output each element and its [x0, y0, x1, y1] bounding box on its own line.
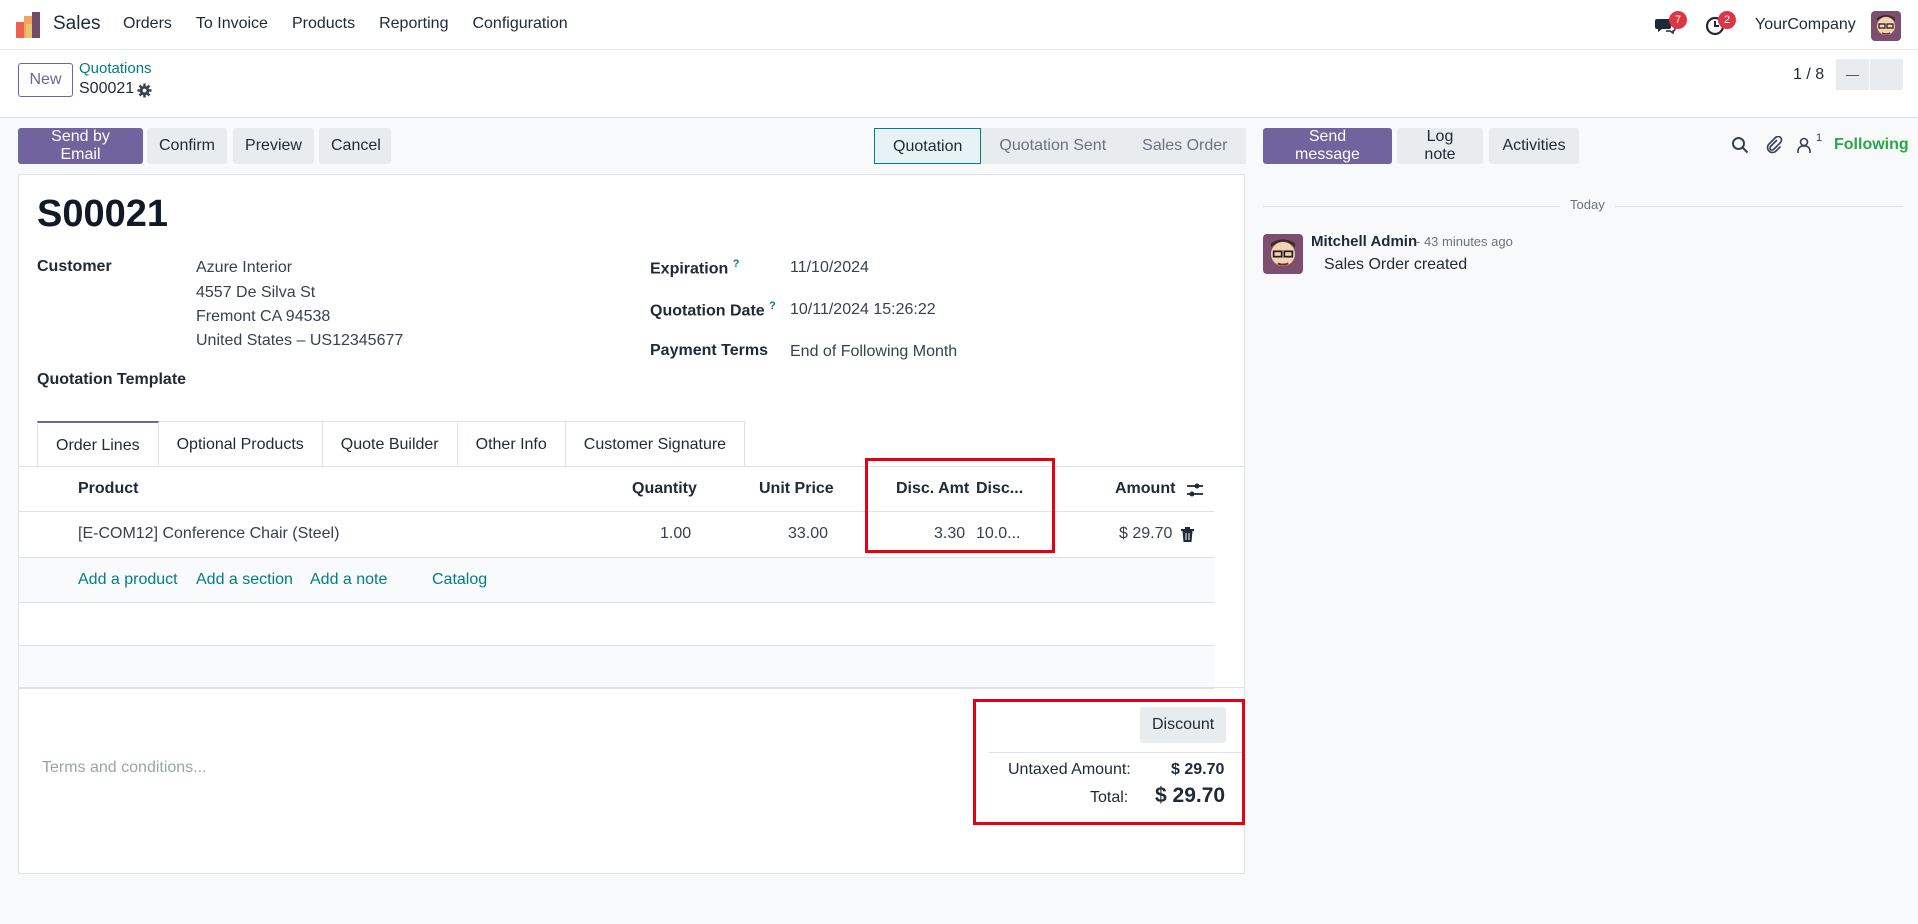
add-line-row: Add a product Add a section Add a note C… — [19, 558, 1214, 603]
column-quantity[interactable]: Quantity — [632, 480, 697, 498]
tab-optional-products[interactable]: Optional Products — [158, 421, 323, 467]
messages-badge: 7 — [1669, 11, 1687, 29]
customer-name[interactable]: Azure Interior — [196, 259, 292, 277]
row-unit-price[interactable]: 33.00 — [788, 525, 828, 543]
menu-reporting[interactable]: Reporting — [379, 15, 448, 33]
chevron-left-icon: — — [1846, 67, 1859, 82]
row-quantity[interactable]: 1.00 — [660, 525, 691, 543]
user-avatar-icon — [1871, 11, 1901, 41]
column-product[interactable]: Product — [78, 480, 138, 498]
expiration-field[interactable]: 11/10/2024 — [790, 259, 869, 277]
customer-label: Customer — [37, 258, 112, 275]
column-amount[interactable]: Amount — [1115, 480, 1175, 498]
pager-previous-button[interactable]: — — [1836, 59, 1869, 90]
tab-customer-signature[interactable]: Customer Signature — [565, 421, 746, 467]
main-menu: Orders To Invoice Products Reporting Con… — [123, 15, 592, 33]
log-note-button[interactable]: Log note — [1397, 128, 1483, 164]
column-unit-price[interactable]: Unit Price — [759, 480, 834, 498]
menu-configuration[interactable]: Configuration — [472, 15, 567, 33]
menu-products[interactable]: Products — [292, 15, 355, 33]
preview-button[interactable]: Preview — [233, 128, 314, 164]
send-message-button[interactable]: Send message — [1263, 128, 1392, 164]
stage-sales-order[interactable]: Sales Order — [1124, 128, 1246, 164]
trash-icon[interactable] — [1181, 527, 1194, 542]
customer-street: 4557 De Silva St — [196, 284, 316, 301]
help-icon[interactable]: ? — [769, 300, 776, 312]
notebook-tabs: Order Lines Optional Products Quote Buil… — [37, 421, 746, 467]
control-panel: New Quotations S00021 1 / 8 — — [0, 50, 1918, 118]
search-icon[interactable] — [1731, 136, 1749, 154]
following-toggle[interactable]: Following — [1834, 136, 1909, 154]
menu-orders[interactable]: Orders — [123, 15, 172, 33]
message-author-avatar — [1263, 234, 1303, 274]
add-product-link[interactable]: Add a product — [78, 571, 178, 589]
paperclip-icon[interactable] — [1765, 136, 1783, 154]
top-navbar: Sales Orders To Invoice Products Reporti… — [0, 0, 1918, 50]
tab-quote-builder[interactable]: Quote Builder — [322, 421, 458, 467]
stage-quotation-sent[interactable]: Quotation Sent — [981, 128, 1125, 164]
table-bottom-divider — [19, 687, 1244, 688]
pager-value[interactable]: 1 / 8 — [1793, 66, 1824, 84]
add-section-link[interactable]: Add a section — [196, 571, 293, 589]
author-avatar-icon — [1263, 234, 1303, 274]
quotation-template-label: Quotation Template — [37, 371, 187, 388]
status-bar: Quotation Quotation Sent Sales Order — [874, 128, 1246, 164]
catalog-link[interactable]: Catalog — [432, 571, 487, 589]
row-amount: $ 29.70 — [1119, 525, 1173, 542]
company-switcher[interactable]: YourCompany — [1755, 16, 1856, 34]
app-name[interactable]: Sales — [53, 13, 101, 35]
message-author[interactable]: Mitchell Admin — [1311, 233, 1417, 250]
message-body: Sales Order created — [1324, 256, 1468, 273]
pager-next-button[interactable] — [1870, 59, 1903, 90]
add-note-link[interactable]: Add a note — [310, 571, 387, 589]
discount-columns-highlight — [865, 458, 1055, 553]
breadcrumb-quotations[interactable]: Quotations — [79, 60, 152, 77]
quotation-date-field[interactable]: 10/11/2024 15:26:22 — [790, 301, 936, 319]
followers-icon[interactable] — [1796, 136, 1814, 154]
tab-order-lines[interactable]: Order Lines — [37, 421, 159, 467]
tab-other-info[interactable]: Other Info — [457, 421, 566, 467]
activities-badge: 2 — [1718, 11, 1736, 29]
sales-app-icon[interactable] — [16, 12, 42, 38]
message-time: - 43 minutes ago — [1416, 234, 1513, 249]
menu-to-invoice[interactable]: To Invoice — [196, 15, 268, 33]
payment-terms-field[interactable]: End of Following Month — [790, 343, 957, 361]
new-button[interactable]: New — [18, 63, 73, 97]
send-by-email-button[interactable]: Send by Email — [18, 128, 143, 164]
terms-and-conditions-field[interactable]: Terms and conditions... — [42, 759, 207, 777]
user-avatar[interactable] — [1871, 11, 1901, 41]
gear-icon[interactable] — [137, 83, 152, 98]
expiration-label: Expiration ? — [650, 258, 740, 278]
totals-highlight — [973, 699, 1245, 825]
followers-count: 1 — [1816, 132, 1823, 144]
document-title: S00021 — [37, 193, 169, 235]
activities-button[interactable]: Activities — [1489, 128, 1579, 164]
row-product[interactable]: [E-COM12] Conference Chair (Steel) — [78, 525, 339, 543]
date-separator-label: Today — [1560, 197, 1615, 212]
empty-row — [19, 646, 1214, 689]
cancel-button[interactable]: Cancel — [319, 128, 391, 164]
breadcrumb-current: S00021 — [79, 80, 135, 97]
payment-terms-label: Payment Terms — [650, 342, 768, 359]
stage-quotation[interactable]: Quotation — [874, 128, 982, 164]
empty-row — [19, 603, 1214, 646]
help-icon[interactable]: ? — [733, 258, 740, 270]
customer-country: United States – US12345677 — [196, 332, 404, 349]
customer-city: Fremont CA 94538 — [196, 308, 331, 325]
column-settings-icon[interactable] — [1186, 481, 1204, 499]
confirm-button[interactable]: Confirm — [147, 128, 227, 164]
quotation-date-label: Quotation Date ? — [650, 300, 776, 320]
